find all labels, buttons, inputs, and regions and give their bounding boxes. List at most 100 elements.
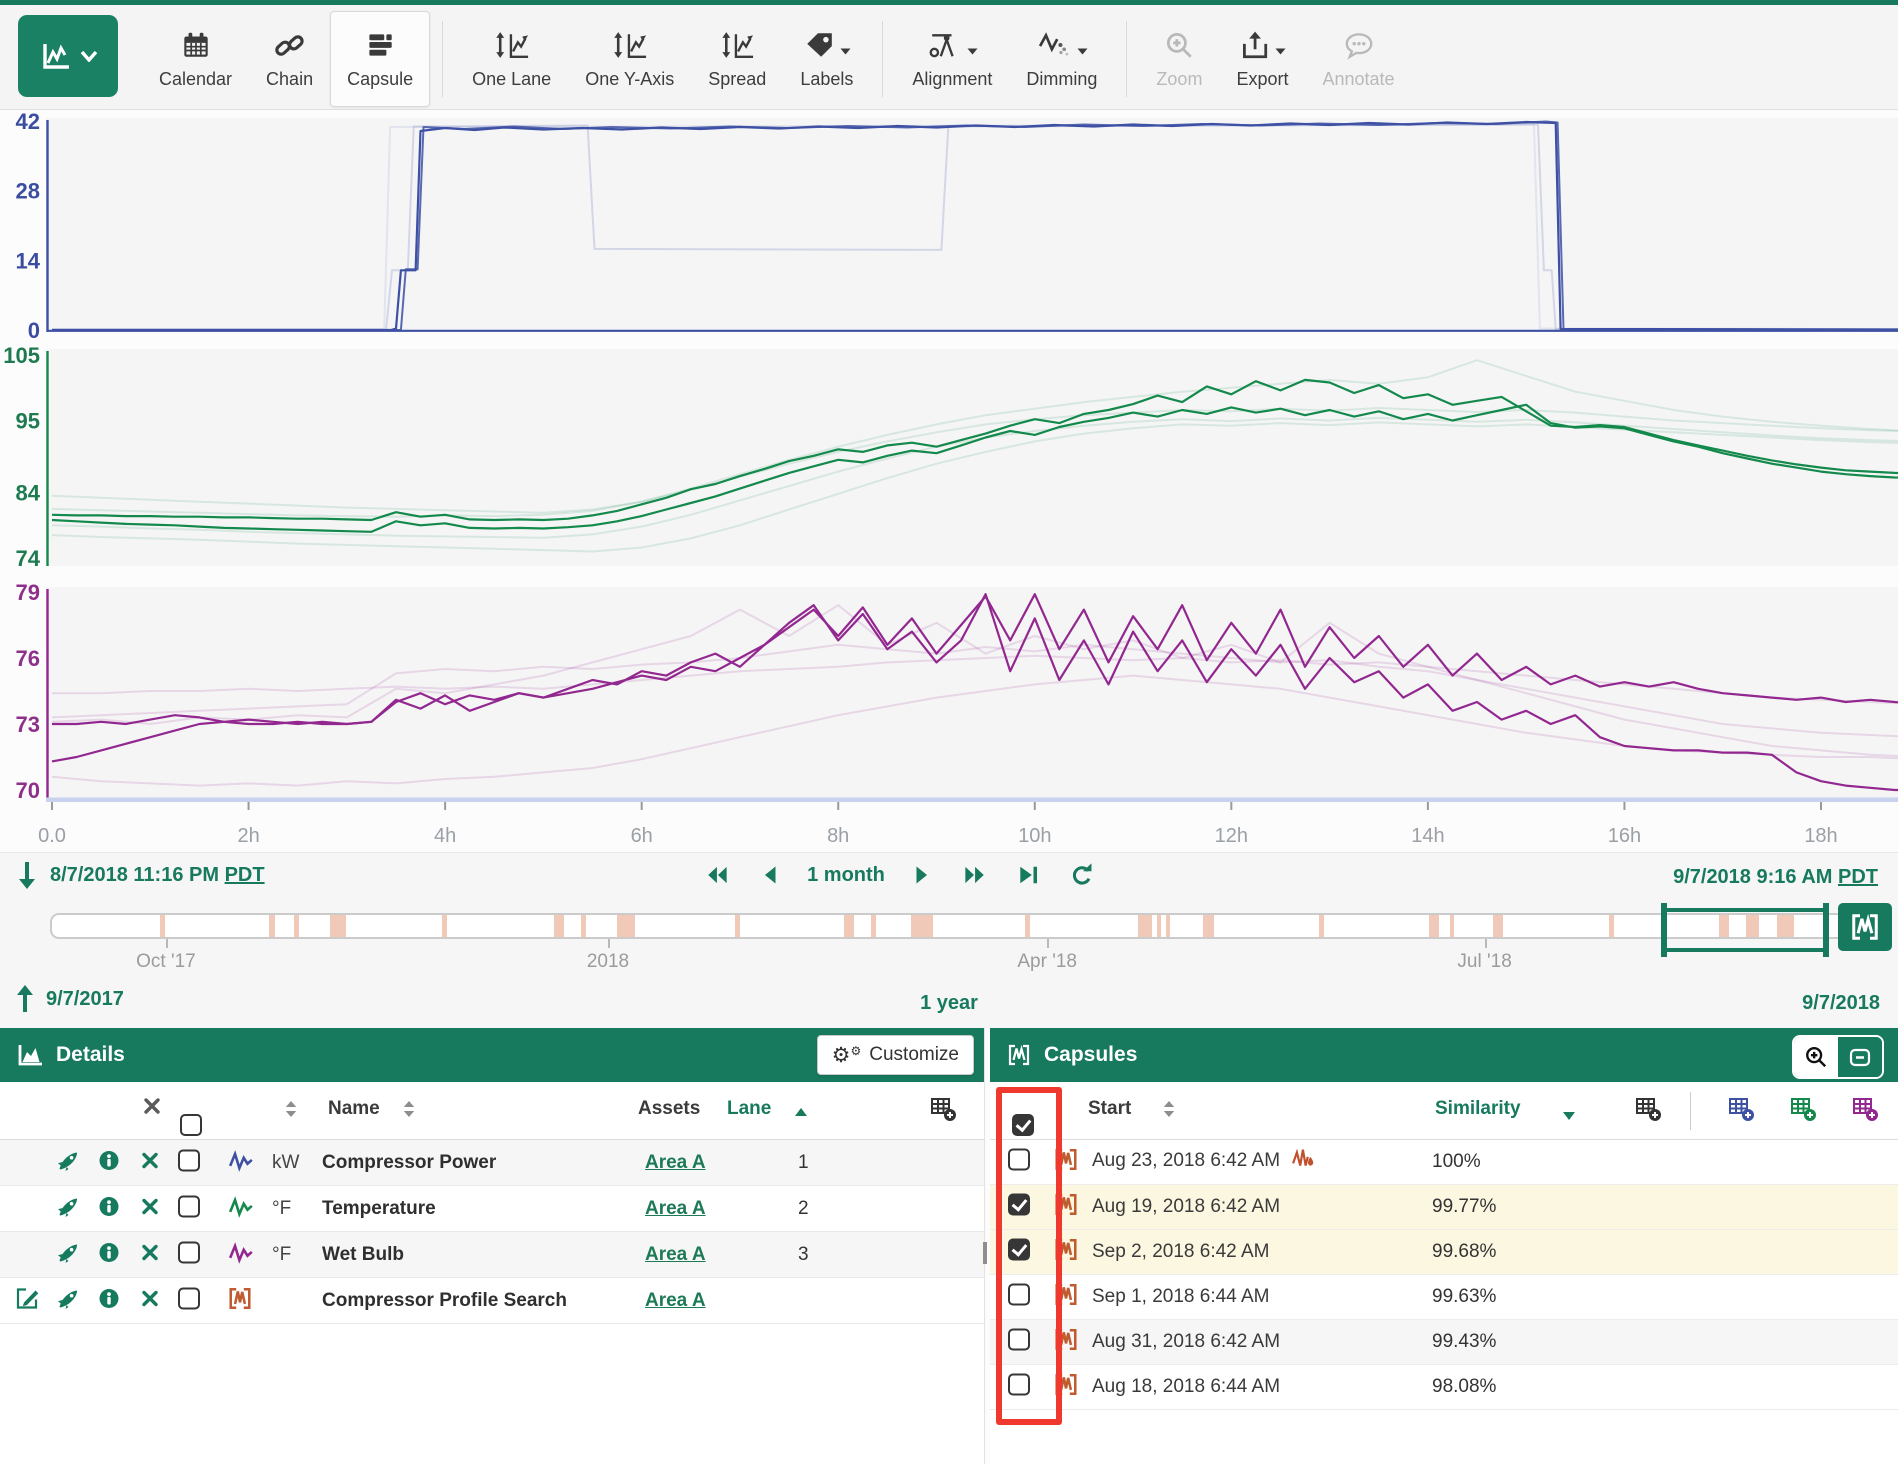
toolbar-button-calendar[interactable]: Calendar [142, 11, 249, 107]
timeline-tick-label: Oct '17 [136, 951, 196, 973]
capsule-row[interactable]: Sep 2, 2018 6:42 AM99.68% [990, 1230, 1898, 1275]
view-selector-button[interactable] [18, 15, 118, 97]
asset-link[interactable]: Area A [645, 1290, 706, 1312]
overview-timeline-track[interactable] [50, 913, 1850, 939]
lane-background[interactable] [46, 118, 1898, 332]
toolbar-button-dimming[interactable]: Dimming [1009, 11, 1114, 107]
y-tick-label: 79 [16, 580, 40, 605]
info-icon[interactable] [98, 1149, 120, 1176]
capsule-checkbox[interactable] [1008, 1239, 1030, 1261]
rocket-icon[interactable] [56, 1194, 80, 1223]
remove-all-icon[interactable] [142, 1096, 162, 1122]
info-icon[interactable] [98, 1241, 120, 1268]
remove-icon[interactable] [140, 1196, 160, 1221]
capsule-icon [1054, 1193, 1078, 1222]
y-tick-label: 74 [16, 546, 41, 571]
capsule-row[interactable]: Aug 23, 2018 6:42 AM100% [990, 1140, 1898, 1185]
details-row[interactable]: kWCompressor PowerArea A1 [0, 1140, 984, 1186]
row-checkbox[interactable] [178, 1149, 200, 1171]
step-back-full-button[interactable] [703, 862, 733, 888]
x-tick-label: 8h [827, 825, 849, 847]
range-duration-label[interactable]: 1 month [807, 864, 885, 887]
add-stats-table-green-icon[interactable] [1790, 1095, 1817, 1128]
capsule-checkbox[interactable] [1008, 1329, 1030, 1351]
sort-icon[interactable] [1162, 1099, 1176, 1125]
info-icon[interactable] [98, 1287, 120, 1314]
remove-icon[interactable] [140, 1150, 160, 1175]
brush-right-handle[interactable] [1823, 903, 1829, 957]
step-forward-full-button[interactable] [959, 862, 989, 888]
row-checkbox[interactable] [178, 1287, 200, 1309]
capsule-row[interactable]: Aug 18, 2018 6:44 AM98.08% [990, 1365, 1898, 1410]
trend-chart[interactable]: 0142842748495105707376790.02h4h6h8h10h12… [0, 110, 1898, 852]
collapse-panel-button[interactable] [1838, 1037, 1882, 1077]
sort-icon[interactable] [402, 1099, 416, 1125]
row-checkbox[interactable] [178, 1241, 200, 1263]
select-all-capsules-checkbox[interactable] [1012, 1098, 1034, 1126]
range-end-timezone-link[interactable]: PDT [1838, 866, 1878, 888]
capsule-start: Aug 18, 2018 6:44 AM [1092, 1376, 1280, 1398]
capsule-stripe [1319, 915, 1324, 937]
edit-icon[interactable] [14, 1285, 40, 1316]
rocket-icon[interactable] [56, 1148, 80, 1177]
toolbar-button-alignment[interactable]: Alignment [895, 11, 1009, 107]
step-to-end-button[interactable] [1015, 861, 1041, 889]
add-column-icon[interactable] [1635, 1095, 1662, 1128]
info-icon[interactable] [98, 1195, 120, 1222]
range-start-timezone-link[interactable]: PDT [225, 864, 265, 886]
capsule-stripe [581, 915, 586, 937]
column-header-start[interactable]: Start [1088, 1098, 1131, 1120]
display-range-brush[interactable] [1664, 908, 1826, 952]
toolbar-button-one-y-axis[interactable]: One Y-Axis [568, 11, 691, 107]
add-stats-table-purple-icon[interactable] [1852, 1095, 1879, 1128]
range-navigation: 1 month [649, 856, 1149, 894]
capsule-row[interactable]: Aug 19, 2018 6:42 AM99.77% [990, 1185, 1898, 1230]
asset-link[interactable]: Area A [645, 1198, 706, 1220]
details-row[interactable]: °FTemperatureArea A2 [0, 1186, 984, 1232]
toolbar-button-one-lane[interactable]: One Lane [455, 11, 568, 107]
capsule-checkbox[interactable] [1008, 1194, 1030, 1216]
details-row[interactable]: Compressor Profile SearchArea A [0, 1278, 984, 1324]
remove-icon[interactable] [140, 1242, 160, 1267]
capsule-checkbox[interactable] [1008, 1284, 1030, 1306]
toolbar-button-capsule[interactable]: Capsule [330, 11, 430, 107]
capsule-checkbox[interactable] [1008, 1149, 1030, 1171]
toolbar-button-labels[interactable]: Labels [783, 11, 870, 107]
details-row[interactable]: °FWet BulbArea A3 [0, 1232, 984, 1278]
capsule-time-toggle-button[interactable] [1838, 903, 1892, 951]
column-header-lane[interactable]: Lane [727, 1098, 771, 1120]
rocket-icon[interactable] [56, 1240, 80, 1269]
brush-left-handle[interactable] [1661, 903, 1667, 957]
item-name: Compressor Power [322, 1152, 496, 1174]
step-back-half-button[interactable] [759, 861, 781, 889]
asset-link[interactable]: Area A [645, 1244, 706, 1266]
column-header-name[interactable]: Name [328, 1098, 380, 1120]
remove-icon[interactable] [140, 1288, 160, 1313]
capsules-title: Capsules [1044, 1043, 1137, 1067]
toolbar-button-chain[interactable]: Chain [249, 11, 330, 107]
add-stats-table-blue-icon[interactable] [1728, 1095, 1755, 1128]
capsule-checkbox[interactable] [1008, 1374, 1030, 1396]
capsule-row[interactable]: Sep 1, 2018 6:44 AM99.63% [990, 1275, 1898, 1320]
step-forward-half-button[interactable] [911, 861, 933, 889]
row-checkbox[interactable] [178, 1195, 200, 1217]
toolbar-button-spread[interactable]: Spread [691, 11, 783, 107]
customize-button[interactable]: ⚙⚙ Customize [817, 1035, 974, 1075]
column-header-assets[interactable]: Assets [638, 1098, 700, 1120]
toolbar-button-export[interactable]: Export [1219, 11, 1305, 107]
rocket-icon[interactable] [56, 1286, 80, 1315]
capsule-stripe [1166, 915, 1170, 937]
display-range-end-text[interactable]: 9/7/2018 9:16 AM PDT [1673, 866, 1878, 888]
capsule-start: Aug 31, 2018 6:42 AM [1092, 1331, 1280, 1353]
sort-icon[interactable] [284, 1099, 298, 1125]
asset-link[interactable]: Area A [645, 1152, 706, 1174]
capsule-row[interactable]: Aug 31, 2018 6:42 AM99.43% [990, 1320, 1898, 1365]
column-header-similarity[interactable]: Similarity [1435, 1098, 1521, 1120]
capsule-icon [1054, 1238, 1078, 1267]
zoom-to-capsules-button[interactable] [1794, 1037, 1838, 1077]
refresh-button[interactable] [1067, 861, 1095, 889]
add-column-icon[interactable] [930, 1095, 957, 1128]
capsule-stripe [1429, 915, 1439, 937]
display-range-start-text[interactable]: 8/7/2018 11:16 PM PDT [50, 864, 265, 887]
signal-color-icon [228, 1195, 254, 1222]
